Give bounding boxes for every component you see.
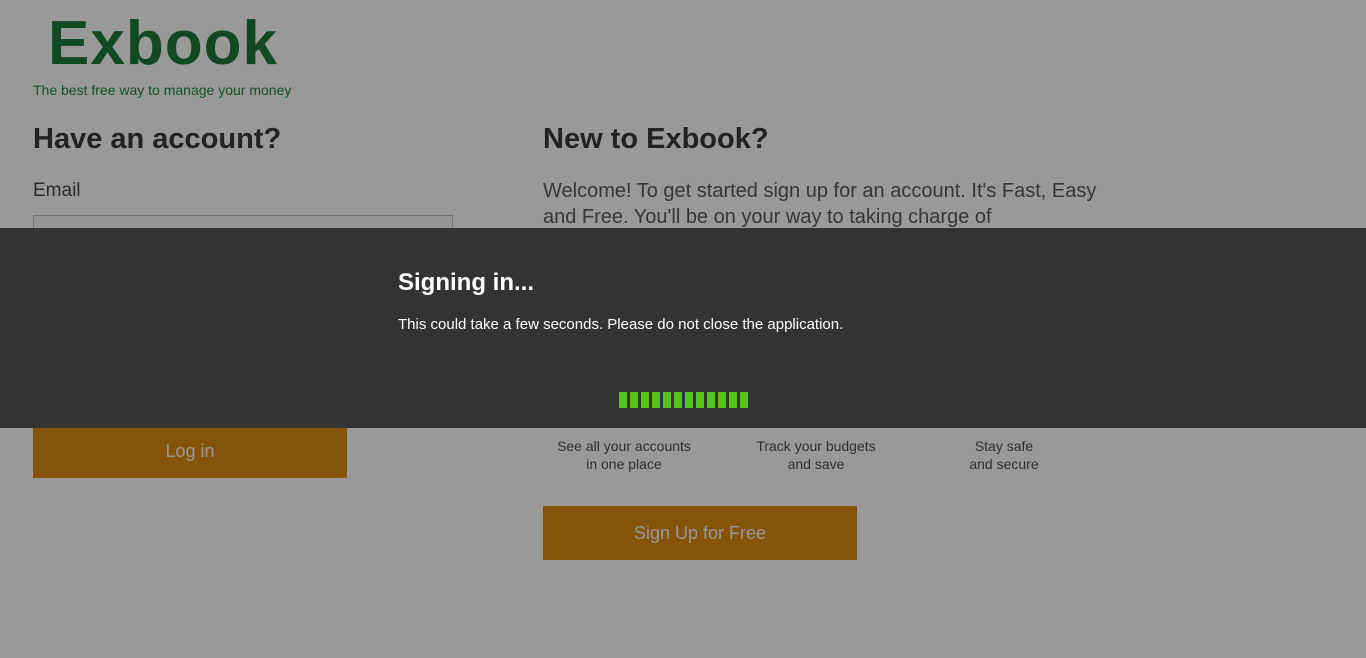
- progress-segment: [630, 392, 638, 408]
- progress-segment: [707, 392, 715, 408]
- progress-segment: [729, 392, 737, 408]
- progress-segment: [718, 392, 726, 408]
- progress-segment: [652, 392, 660, 408]
- signing-in-dialog: Signing in... This could take a few seco…: [0, 228, 1366, 428]
- progress-segment: [674, 392, 682, 408]
- progress-segment: [641, 392, 649, 408]
- progress-segment: [696, 392, 704, 408]
- progress-segment: [685, 392, 693, 408]
- dialog-title: Signing in...: [398, 269, 534, 296]
- progress-segment: [663, 392, 671, 408]
- progress-indicator: [619, 392, 748, 408]
- progress-segment: [740, 392, 748, 408]
- dialog-message: This could take a few seconds. Please do…: [398, 316, 844, 333]
- progress-segment: [619, 392, 627, 408]
